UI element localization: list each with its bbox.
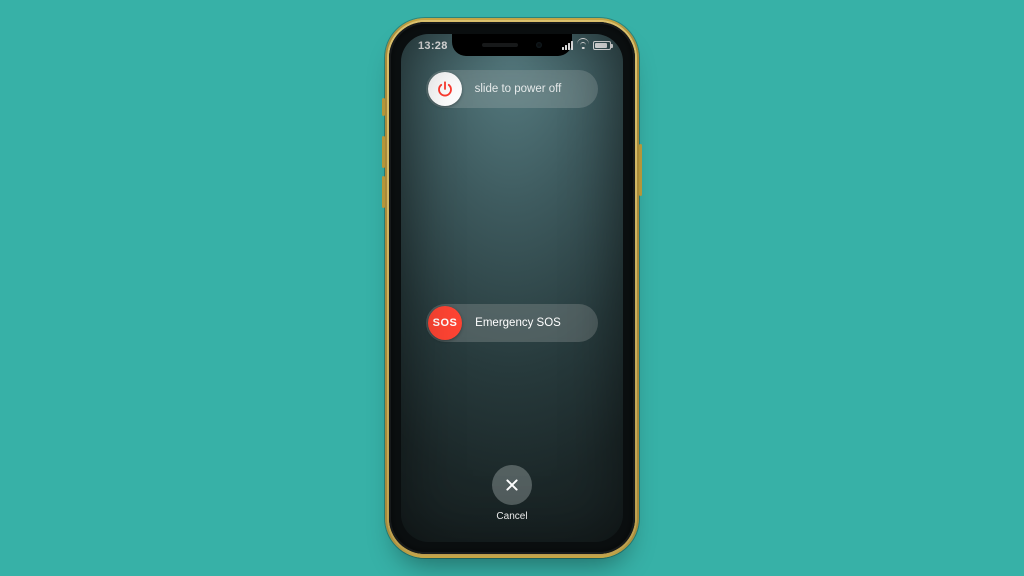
power-off-knob[interactable]: [428, 72, 462, 106]
power-off-slider[interactable]: slide to power off: [426, 70, 598, 108]
emergency-sos-slider[interactable]: SOS Emergency SOS: [426, 304, 598, 342]
volume-down-button: [382, 176, 385, 208]
power-icon: [436, 80, 454, 98]
cellular-signal-icon: [562, 41, 573, 50]
wifi-icon: [577, 41, 589, 50]
cancel-button[interactable]: [492, 465, 532, 505]
sos-label: Emergency SOS: [464, 317, 598, 329]
volume-up-button: [382, 136, 385, 168]
status-time: 13:28: [418, 40, 448, 52]
status-right-cluster: [562, 41, 611, 50]
status-bar: 13:28: [401, 34, 623, 58]
side-power-button: [639, 144, 642, 196]
sos-knob[interactable]: SOS: [428, 306, 462, 340]
phone-mockup: 13:28 slide to power of: [385, 18, 639, 558]
phone-bezel: 13:28 slide to power of: [389, 22, 635, 554]
phone-screen: 13:28 slide to power of: [401, 34, 623, 542]
cancel-label: Cancel: [496, 511, 527, 522]
power-off-label: slide to power off: [464, 83, 598, 95]
cancel-area: Cancel: [492, 465, 532, 522]
sos-icon-text: SOS: [433, 317, 458, 329]
mute-switch: [382, 98, 385, 116]
battery-icon: [593, 41, 611, 50]
close-icon: [505, 478, 520, 493]
stage-background: 13:28 slide to power of: [0, 0, 1024, 576]
